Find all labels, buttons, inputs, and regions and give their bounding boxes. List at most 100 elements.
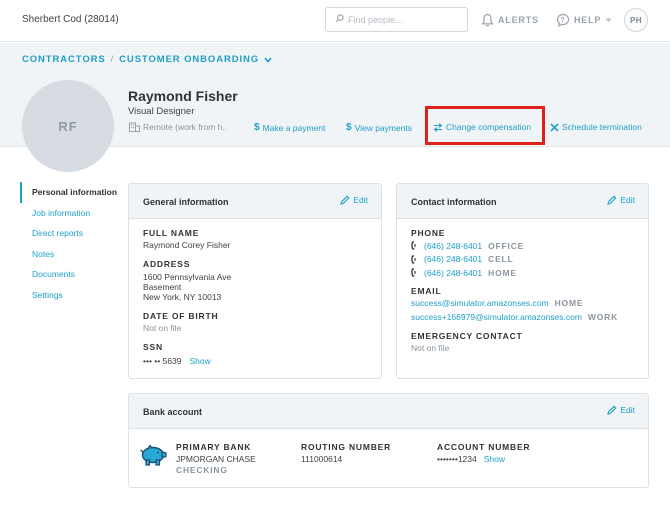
dob-value: Not on file xyxy=(143,323,182,333)
account-show-link[interactable]: Show xyxy=(484,454,505,464)
building-icon xyxy=(129,122,140,132)
bank-name: JPMORGAN CHASE xyxy=(176,454,256,464)
profile-name: Raymond Fisher xyxy=(128,88,238,104)
edit-label: Edit xyxy=(620,195,635,205)
caret-down-icon xyxy=(605,18,612,22)
phone-number-link[interactable]: (646) 248-6401 xyxy=(424,254,482,264)
full-name-block: FULL NAME Raymond Corey Fisher xyxy=(143,228,230,250)
card-title: General information xyxy=(143,197,229,207)
edit-label: Edit xyxy=(353,195,368,205)
side-menu: Personal information Job information Dir… xyxy=(20,182,125,305)
schedule-termination-link[interactable]: Schedule termination xyxy=(550,122,642,132)
location-text: Remote (work from h.. xyxy=(143,122,228,132)
edit-general-button[interactable]: Edit xyxy=(340,195,368,205)
routing-number-value: 111000614 xyxy=(301,454,343,464)
primary-bank-label: PRIMARY BANK xyxy=(176,442,252,452)
account-type: CHECKING xyxy=(176,465,228,475)
chevron-down-icon[interactable] xyxy=(264,56,272,63)
profile-avatar: RF xyxy=(22,80,114,172)
phone-number-link[interactable]: (646) 248-6401 xyxy=(424,268,482,278)
menu-item-settings[interactable]: Settings xyxy=(20,285,125,306)
alerts-label: ALERTS xyxy=(498,15,539,25)
ssn-block: SSN ••• •• 5639 Show xyxy=(143,342,211,366)
account-number-row: •••••••1234 Show xyxy=(437,454,530,464)
phone-row: (646) 248-6401 OFFICE xyxy=(411,239,524,253)
schedule-termination-label: Schedule termination xyxy=(562,122,642,132)
alerts-button[interactable]: ALERTS xyxy=(481,11,539,29)
phone-icon xyxy=(411,268,416,278)
bell-icon xyxy=(481,13,494,27)
phone-row: (646) 248-6401 CELL xyxy=(411,253,524,267)
email-row: success+166979@simulator.amazonses.com W… xyxy=(411,310,618,324)
breadcrumb-contractors[interactable]: CONTRACTORS xyxy=(22,54,106,65)
breadcrumb-separator: / xyxy=(110,54,115,65)
email-type: HOME xyxy=(554,298,584,308)
view-payments-link[interactable]: $ View payments xyxy=(346,122,412,133)
menu-item-personal-information[interactable]: Personal information xyxy=(20,182,125,203)
email-label: EMAIL xyxy=(411,286,442,296)
phone-type: OFFICE xyxy=(488,240,525,251)
email-type: WORK xyxy=(587,312,619,322)
emergency-contact-value: Not on file xyxy=(411,343,450,353)
emergency-contact-block: EMERGENCY CONTACT Not on file xyxy=(411,331,523,353)
full-name-value: Raymond Corey Fisher xyxy=(143,240,231,250)
ssn-show-link[interactable]: Show xyxy=(190,356,211,366)
make-payment-link[interactable]: $ Make a payment xyxy=(254,122,325,133)
ssn-row: ••• •• 5639 Show xyxy=(143,356,211,366)
email-link[interactable]: success@simulator.amazonses.com xyxy=(411,298,549,308)
email-row: success@simulator.amazonses.com HOME xyxy=(411,296,618,310)
pencil-icon xyxy=(607,195,617,205)
card-header: Bank account Edit xyxy=(129,394,648,429)
make-payment-label: Make a payment xyxy=(262,122,326,133)
email-link[interactable]: success+166979@simulator.amazonses.com xyxy=(411,312,582,322)
contact-information-card: Contact information Edit PHONE (646) 248… xyxy=(396,183,649,379)
full-name-label: FULL NAME xyxy=(143,228,200,238)
account-number-value: •••••••1234 xyxy=(437,454,477,464)
org-name[interactable]: Sherbert Cod (28014) xyxy=(22,14,119,25)
help-label: HELP xyxy=(574,15,602,25)
breadcrumb: CONTRACTORS / CUSTOMER ONBOARDING xyxy=(22,54,272,65)
bank-account-card: Bank account Edit PRIMARY BANK JPMORGAN … xyxy=(128,393,649,488)
close-icon xyxy=(550,122,559,132)
address-line-2: Basement xyxy=(143,282,182,292)
user-avatar[interactable]: PH xyxy=(624,8,648,32)
address-line-3: New York, NY 10013 xyxy=(143,292,222,302)
pencil-icon xyxy=(340,195,350,205)
phone-label: PHONE xyxy=(411,228,446,238)
phone-icon xyxy=(411,254,416,264)
profile-job-title: Visual Designer xyxy=(128,106,195,117)
phone-icon xyxy=(411,241,416,251)
view-payments-label: View payments xyxy=(354,122,413,133)
phone-number-link[interactable]: (646) 248-6401 xyxy=(424,241,482,251)
ssn-label: SSN xyxy=(143,342,163,352)
card-header: Contact information Edit xyxy=(397,184,648,219)
help-icon: ? xyxy=(556,13,570,27)
svg-text:?: ? xyxy=(560,17,565,24)
breadcrumb-customer-onboarding[interactable]: CUSTOMER ONBOARDING xyxy=(119,54,259,65)
menu-item-direct-reports[interactable]: Direct reports xyxy=(20,223,125,244)
address-label: ADDRESS xyxy=(143,259,191,269)
edit-contact-button[interactable]: Edit xyxy=(607,195,635,205)
edit-label: Edit xyxy=(620,405,635,415)
location-info: Remote (work from h.. xyxy=(129,122,227,132)
help-button[interactable]: ? HELP xyxy=(556,11,612,29)
account-number-block: ACCOUNT NUMBER •••••••1234 Show xyxy=(437,442,530,464)
menu-item-notes[interactable]: Notes xyxy=(20,244,125,265)
menu-item-job-information[interactable]: Job information xyxy=(20,203,125,224)
edit-bank-button[interactable]: Edit xyxy=(607,405,635,415)
routing-number-block: ROUTING NUMBER 111000614 xyxy=(301,442,391,464)
dollar-icon: $ xyxy=(346,122,352,133)
search-icon xyxy=(335,14,344,23)
account-number-label: ACCOUNT NUMBER xyxy=(437,442,531,452)
card-title: Contact information xyxy=(411,197,497,207)
search-box[interactable] xyxy=(325,7,468,32)
address-line-1: 1600 Pennsylvania Ave xyxy=(143,272,232,282)
menu-item-documents[interactable]: Documents xyxy=(20,264,125,285)
general-information-card: General information Edit FULL NAME Raymo… xyxy=(128,183,382,379)
dob-label: DATE OF BIRTH xyxy=(143,311,219,321)
search-input[interactable] xyxy=(348,12,463,28)
phone-type: HOME xyxy=(488,267,517,278)
top-bar: Sherbert Cod (28014) ALERTS ? HELP PH xyxy=(0,0,670,42)
piggy-bank-icon xyxy=(140,444,167,466)
dollar-icon: $ xyxy=(254,122,260,133)
